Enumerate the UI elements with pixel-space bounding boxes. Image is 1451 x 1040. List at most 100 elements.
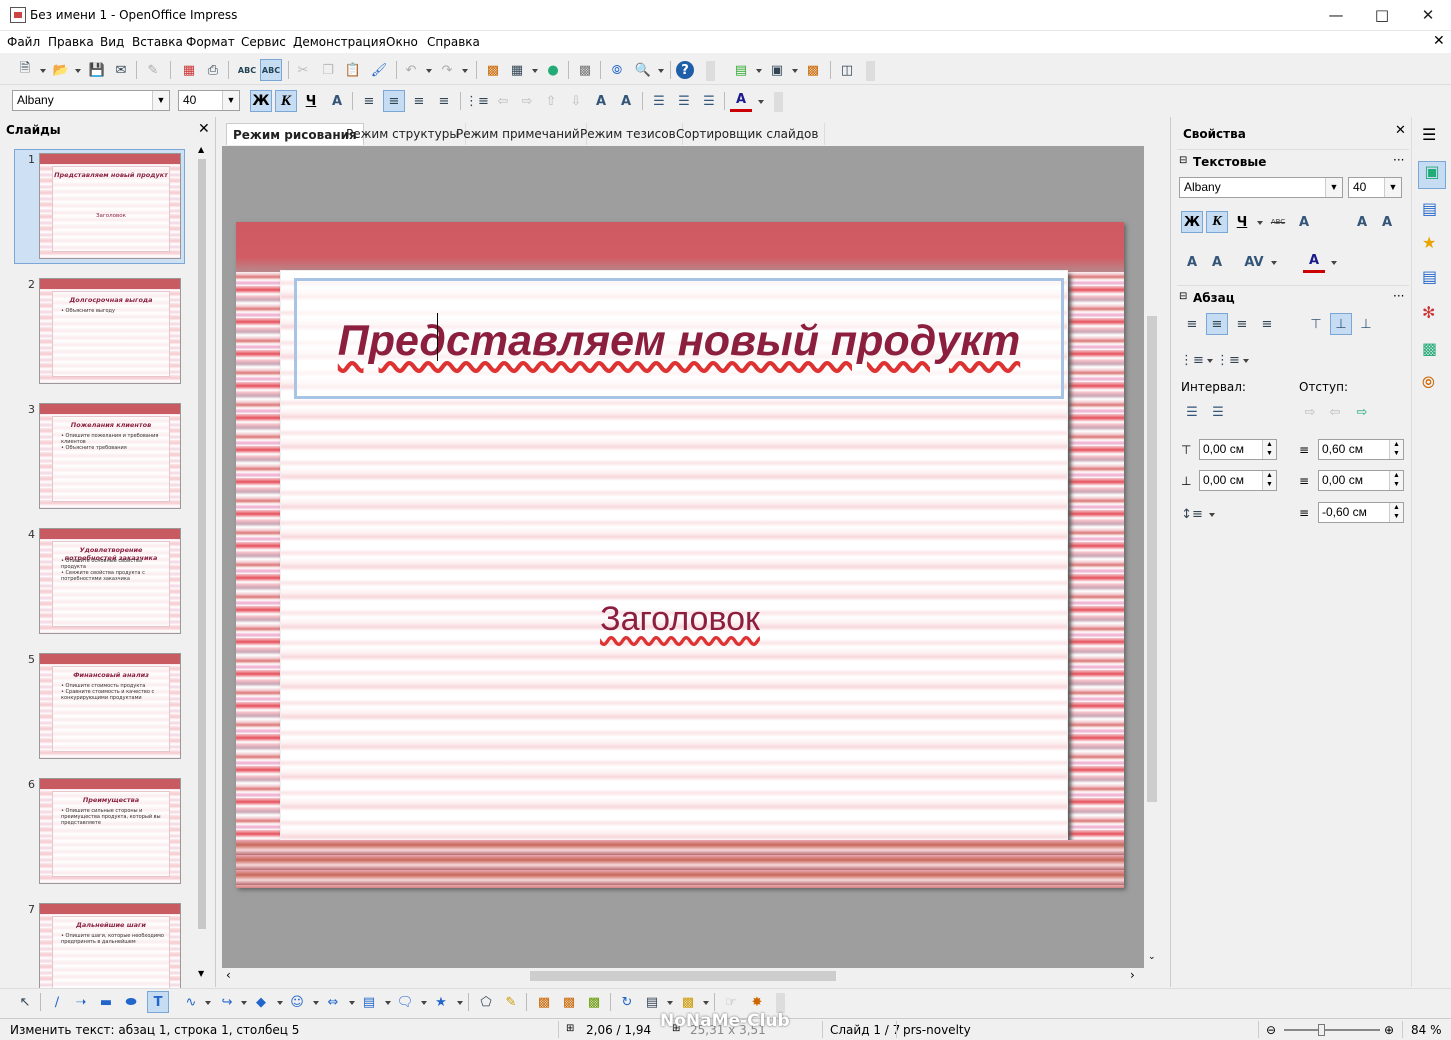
strikethrough-button[interactable]: ABC <box>1267 211 1289 233</box>
minimize-icon[interactable]: — <box>1313 0 1359 31</box>
line-spacing-dropdown-icon[interactable] <box>1209 513 1215 517</box>
bold-button[interactable]: Ж <box>250 90 272 112</box>
scroll-thumb[interactable] <box>198 159 206 929</box>
curve-dropdown-icon[interactable] <box>205 1001 211 1005</box>
vscroll-thumb[interactable] <box>1147 316 1157 802</box>
grow-font-icon[interactable]: A <box>1351 211 1373 233</box>
font-color-icon[interactable]: A <box>730 90 752 112</box>
stepper-icon[interactable]: ▲ ▼ <box>1262 471 1276 490</box>
select-icon[interactable]: ↖ <box>14 991 36 1013</box>
gallery-icon[interactable]: ▩ <box>1422 339 1437 358</box>
export-pdf-icon[interactable]: ▦ <box>178 59 200 81</box>
zoom-slider-handle[interactable] <box>1318 1024 1325 1036</box>
master-slides-icon[interactable]: ▤ <box>1422 199 1437 218</box>
arrow-line-icon[interactable]: ➝ <box>70 991 92 1013</box>
new-slide-icon[interactable]: ▤ <box>730 59 752 81</box>
slide-thumbnail[interactable]: Преимущества • Опишите сильные стороны и … <box>39 778 181 884</box>
decrease-indent-icon[interactable]: ⇦ <box>1324 401 1346 423</box>
bullets-icon[interactable]: ⋮≡ <box>465 90 489 112</box>
slide-canvas[interactable]: Представляем новый продукт Заголовок <box>236 222 1124 888</box>
slide-thumbnail[interactable]: Представляем новый продукт Заголовок <box>39 153 181 259</box>
layout-dropdown-icon[interactable] <box>792 69 798 73</box>
properties-icon[interactable]: ▣ <box>1418 161 1446 189</box>
clone-formatting-icon[interactable]: 🖌 <box>368 59 390 81</box>
italic-button[interactable]: К <box>275 90 297 112</box>
animation-icon[interactable]: ★ <box>1422 233 1436 252</box>
flowchart-dropdown-icon[interactable] <box>385 1001 391 1005</box>
points-icon[interactable]: ⬠ <box>475 991 497 1013</box>
navigator-icon[interactable]: ⦾ <box>606 59 628 81</box>
scroll-right-icon[interactable]: › <box>1130 968 1135 982</box>
status-zoom[interactable]: 84 % <box>1411 1023 1442 1037</box>
text-tool-icon[interactable]: T <box>147 991 169 1013</box>
menu-view[interactable]: Вид <box>100 35 124 49</box>
valign-bottom-icon[interactable]: ⊥ <box>1355 313 1377 335</box>
print-icon[interactable]: ⎙ <box>202 59 224 81</box>
chart-icon[interactable]: ▩ <box>482 59 504 81</box>
table-dropdown-icon[interactable] <box>532 69 538 73</box>
bullets-dropdown-icon[interactable] <box>1207 359 1213 363</box>
title-textbox[interactable]: Представляем новый продукт <box>294 278 1064 399</box>
collapse-icon[interactable]: ⊟ <box>1179 291 1187 302</box>
align-left-icon[interactable]: ≡ <box>358 90 380 112</box>
menu-tools[interactable]: Сервис <box>241 35 286 49</box>
tab-outline[interactable]: Режим структуры <box>340 123 466 145</box>
flowchart-icon[interactable]: ▤ <box>358 991 380 1013</box>
shrink-font-icon[interactable]: A <box>1376 211 1398 233</box>
more-options-icon[interactable]: ··· <box>1393 153 1404 167</box>
scroll-down-icon[interactable]: ⌄ <box>1148 952 1156 962</box>
more-options-icon[interactable]: ··· <box>1393 289 1404 303</box>
sb-align-center-icon[interactable]: ≡ <box>1206 313 1228 335</box>
insert-object-icon[interactable]: ● <box>542 59 564 81</box>
slideshow-icon[interactable]: ◫ <box>836 59 858 81</box>
hscroll-thumb[interactable] <box>530 971 836 981</box>
sidebar-size-combo[interactable]: 40 ▼ <box>1348 177 1402 198</box>
line-icon[interactable]: ∕ <box>46 991 68 1013</box>
arrange-dropdown-icon[interactable] <box>703 1001 709 1005</box>
menu-format[interactable]: Формат <box>186 35 235 49</box>
gallery-tool-icon[interactable]: ▩ <box>583 991 605 1013</box>
sb-numbering-icon[interactable]: ⋮≡ <box>1216 349 1240 371</box>
sidebar-menu-icon[interactable]: ☰ <box>1422 125 1436 144</box>
menu-file[interactable]: Файл <box>7 35 40 49</box>
stepper-icon[interactable]: ▲ ▼ <box>1389 471 1403 490</box>
redo-dropdown-icon[interactable] <box>462 69 468 73</box>
spacing-above-field[interactable]: 0,00 см ▲ ▼ <box>1199 439 1277 460</box>
navigator-icon[interactable]: ⦾ <box>1422 373 1435 393</box>
underline-button[interactable]: Ч <box>300 90 322 112</box>
interaction-icon[interactable]: ✸ <box>746 991 768 1013</box>
transition-icon[interactable]: ▤ <box>1422 267 1437 286</box>
zoom-icon[interactable]: 🔍 <box>632 59 654 81</box>
demote-icon[interactable]: ⇨ <box>516 90 538 112</box>
table-icon[interactable]: ▦ <box>506 59 528 81</box>
scroll-down-icon[interactable]: ▼ <box>198 969 204 978</box>
zoom-dropdown-icon[interactable] <box>658 69 664 73</box>
sidebar-underline-button[interactable]: Ч <box>1231 211 1253 233</box>
spacing-increase-icon[interactable]: ☰ <box>648 90 670 112</box>
connector-icon[interactable]: ↪ <box>216 991 238 1013</box>
connector-dropdown-icon[interactable] <box>241 1001 247 1005</box>
tab-slide-sorter[interactable]: Сортировщик слайдов <box>670 123 826 145</box>
font-size-combo[interactable]: 40 ▼ <box>178 90 240 111</box>
superscript-icon[interactable]: A <box>1181 251 1203 273</box>
autospellcheck-icon[interactable]: ABC <box>260 59 282 81</box>
ellipse-icon[interactable]: ⬬ <box>120 991 142 1013</box>
fontwork-icon[interactable]: ▩ <box>533 991 555 1013</box>
decrease-spacing-icon[interactable]: ☰ <box>1207 401 1229 423</box>
extrusion-icon[interactable]: ☞ <box>720 991 742 1013</box>
collapse-icon[interactable]: ⊟ <box>1179 155 1187 166</box>
sb-justify-icon[interactable]: ≡ <box>1256 313 1278 335</box>
new-slide-dropdown-icon[interactable] <box>756 69 762 73</box>
tab-notes[interactable]: Режим примечаний <box>450 123 587 145</box>
indent-after-field[interactable]: 0,00 см ▲ ▼ <box>1318 470 1404 491</box>
curve-icon[interactable]: ∿ <box>180 991 202 1013</box>
canvas-vscrollbar[interactable]: ⌄ <box>1144 146 1160 968</box>
slide-thumbnail[interactable]: Пожелания клиентов • Опишите пожелания и … <box>39 403 181 509</box>
shapes-dropdown-icon[interactable] <box>277 1001 283 1005</box>
chevron-down-icon[interactable]: ▼ <box>222 91 239 110</box>
callouts-dropdown-icon[interactable] <box>421 1001 427 1005</box>
toolbar-overflow-icon-4[interactable] <box>776 993 785 1013</box>
scroll-up-icon[interactable]: ▲ <box>198 145 204 154</box>
arrange-icon[interactable]: ▩ <box>677 991 699 1013</box>
new-dropdown-icon[interactable] <box>40 69 46 73</box>
